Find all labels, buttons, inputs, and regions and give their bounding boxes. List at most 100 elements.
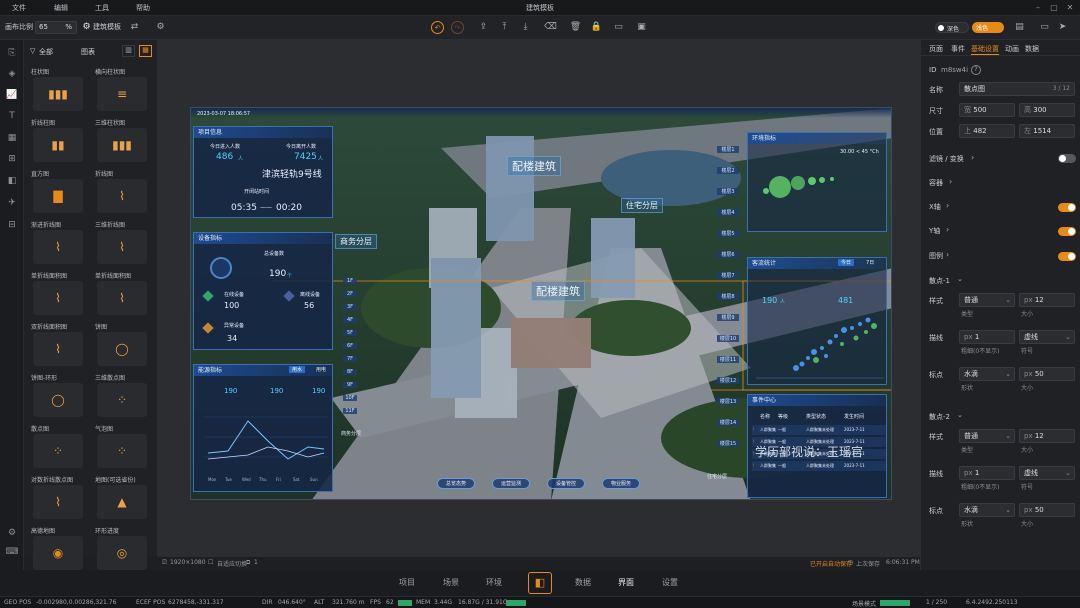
series-size-input[interactable]: px 12 — [1019, 293, 1075, 307]
widget-card[interactable]: 单折线面积图 ⌇ — [29, 271, 87, 319]
xaxis-toggle[interactable] — [1058, 203, 1076, 212]
property-tab[interactable]: 基础设置 — [971, 44, 999, 55]
property-tab[interactable]: 数据 — [1025, 44, 1039, 54]
floor-item[interactable]: 楼层9 — [717, 314, 739, 321]
scene-nav-button[interactable]: 总览态势 — [437, 478, 475, 489]
floor-item[interactable]: 7F — [343, 356, 357, 362]
autofit-label[interactable]: 自适应切换 — [217, 559, 247, 568]
monitor-icon[interactable]: ▭ — [1038, 21, 1051, 34]
filter-toggle[interactable] — [1058, 154, 1076, 163]
menu-file[interactable]: 文件 — [12, 3, 26, 13]
redo-icon[interactable]: ↷ — [451, 21, 464, 34]
floor-item[interactable]: 2F — [343, 291, 357, 297]
move-up-icon[interactable]: ⤒ — [498, 21, 511, 34]
yaxis-chevron-icon[interactable]: › — [946, 225, 949, 234]
floor-item[interactable]: 楼层2 — [717, 167, 739, 174]
close-icon[interactable]: ✕ — [1064, 2, 1076, 13]
bottom-tab[interactable]: 场景 — [443, 577, 459, 588]
energy-tab-power[interactable]: 用电 — [316, 366, 326, 373]
series-size-input[interactable]: px 50 — [1019, 503, 1075, 517]
series-chevron-icon[interactable]: ⌄ — [957, 275, 963, 283]
settings-icon[interactable]: ⚙ — [154, 21, 167, 34]
clear-icon[interactable]: ⌫ — [544, 21, 557, 34]
theme-toggle-light[interactable]: 浅色 — [972, 22, 1004, 33]
widget-card[interactable]: 饼图-环形 ◯ — [29, 373, 87, 421]
series-field-select[interactable]: 水滴 ⌄ — [959, 367, 1015, 381]
autosave-status[interactable]: 已开启自动保存 — [810, 559, 852, 568]
event-row[interactable]: ! 人群聚集 一般 人群聚集未处理 2023-7-11 — [752, 425, 886, 435]
list-view-icon[interactable]: ▥ — [122, 45, 135, 57]
series-size-input[interactable]: 虚线 ⌄ — [1019, 466, 1075, 480]
grid-view-icon[interactable]: ▦ — [139, 45, 152, 57]
device-icon[interactable]: ⊟ — [5, 218, 19, 232]
floor-item[interactable]: 11F — [343, 408, 357, 414]
floor-item[interactable]: 楼层14 — [717, 419, 739, 426]
save-icon[interactable]: ▤ — [1013, 21, 1026, 34]
floor-item[interactable]: 楼层12 — [717, 377, 739, 384]
energy-tab-water[interactable]: 用水 — [289, 366, 306, 373]
legend-toggle[interactable] — [1058, 252, 1076, 261]
passenger-range-button[interactable]: 7日 — [866, 259, 874, 266]
filter-transform-label[interactable]: 滤镜 / 变换 — [929, 154, 964, 164]
floor-item[interactable]: 楼层4 — [717, 209, 739, 216]
floor-item[interactable]: 8F — [343, 369, 357, 375]
property-tab[interactable]: 页面 — [929, 44, 943, 54]
widget-card[interactable]: 折线图 ⌇ — [93, 169, 151, 217]
center-logo-icon[interactable]: ◧ — [528, 572, 552, 594]
help-icon[interactable]: ? — [971, 65, 981, 75]
passenger-today-button[interactable]: 今日 — [838, 259, 855, 266]
series-chevron-icon[interactable]: ⌄ — [957, 411, 963, 419]
series-field-select[interactable]: 水滴 ⌄ — [959, 503, 1015, 517]
bottom-tab[interactable]: 界面 — [618, 577, 634, 588]
floor-item[interactable]: 楼层6 — [717, 251, 739, 258]
page-icon[interactable]: ⎘ — [5, 46, 19, 60]
xaxis-label[interactable]: X轴 — [929, 202, 941, 212]
floor-item[interactable]: 6F — [343, 343, 357, 349]
series-size-input[interactable]: 虚线 ⌄ — [1019, 330, 1075, 344]
floor-item[interactable]: 楼层15 — [717, 440, 739, 447]
floor-item[interactable]: 楼层5 — [717, 230, 739, 237]
bottom-tab[interactable]: 环境 — [486, 577, 502, 588]
filter-chevron-icon[interactable]: › — [971, 153, 974, 162]
screen-icon[interactable]: ▭ — [612, 21, 625, 34]
floor-item[interactable]: 楼层8 — [717, 293, 739, 300]
height-input[interactable]: 高 300 — [1019, 103, 1075, 117]
filter-all[interactable]: 全部 — [39, 47, 53, 57]
floor-item[interactable]: 楼层1 — [717, 146, 739, 153]
series-field-select[interactable]: px 1 — [959, 466, 1015, 480]
maximize-icon[interactable]: ▢ — [1048, 2, 1060, 13]
widget-card[interactable]: 单折线面积图 ⌇ — [93, 271, 151, 319]
widget-card[interactable]: 双折线面积图 ⌇ — [29, 322, 87, 370]
code-icon[interactable]: ▣ — [635, 21, 648, 34]
scene-preview[interactable]: 2023-03-07 18:06:57 项目信息 今日进入人数 486 人 今日… — [190, 107, 892, 500]
bottom-tab[interactable]: 项目 — [399, 577, 415, 588]
chart-icon[interactable]: 📈 — [5, 88, 19, 102]
gear-icon[interactable]: ⚙ — [5, 526, 19, 540]
swap-icon[interactable]: ⇄ — [128, 21, 141, 34]
width-input[interactable]: 宽 500 — [959, 103, 1015, 117]
menu-tools[interactable]: 工具 — [95, 3, 109, 13]
floor-item[interactable]: 楼层13 — [717, 398, 739, 405]
floor-item[interactable]: 3F — [343, 304, 357, 310]
series-size-input[interactable]: px 12 — [1019, 429, 1075, 443]
upload-icon[interactable]: ⇪ — [477, 21, 490, 34]
floor-item[interactable]: 楼层3 — [717, 188, 739, 195]
widget-card[interactable]: 气泡图 ⁘ — [93, 424, 151, 472]
left-input[interactable]: 左 1514 — [1019, 124, 1075, 138]
text-icon[interactable]: T — [5, 109, 19, 123]
filter-icon[interactable]: ▽ — [30, 47, 35, 55]
legend-label[interactable]: 图例 — [929, 251, 943, 261]
category-charts[interactable]: 图表 — [81, 47, 95, 57]
widget-card[interactable]: 三维折线图 ⌇ — [93, 220, 151, 268]
floor-item[interactable]: 10F — [343, 395, 357, 401]
widget-card[interactable]: 高德地图 ◉ — [29, 526, 87, 574]
floor-item[interactable]: 5F — [343, 330, 357, 336]
widget-card[interactable]: 直方图 ▇ — [29, 169, 87, 217]
delete-icon[interactable]: 🗑 — [569, 21, 582, 34]
widget-card[interactable]: 柱状图 ▮▮▮ — [29, 67, 87, 115]
undo-icon[interactable]: ↶ — [431, 21, 444, 34]
widget-card[interactable]: 渐进折线图 ⌇ — [29, 220, 87, 268]
widget-card[interactable]: 三维散点图 ⁘ — [93, 373, 151, 421]
menu-help[interactable]: 帮助 — [136, 3, 150, 13]
yaxis-toggle[interactable] — [1058, 227, 1076, 236]
